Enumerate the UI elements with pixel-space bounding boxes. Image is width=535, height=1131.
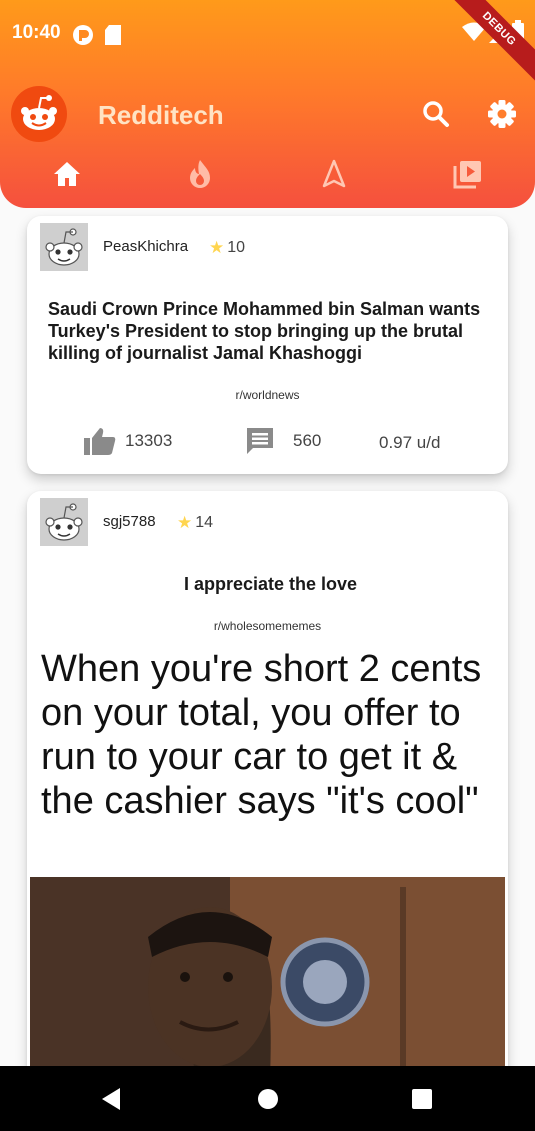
reddit-snoo-icon xyxy=(11,86,67,142)
upvote-count[interactable]: 13303 xyxy=(83,426,172,456)
upvote-rate: 0.97 u/d xyxy=(379,433,441,452)
meme-caption: When you're short 2 cents on your total,… xyxy=(41,648,482,822)
comment-icon xyxy=(247,428,273,454)
fire-icon xyxy=(190,160,210,188)
post-author[interactable]: sgj5788 xyxy=(103,513,156,530)
post-title[interactable]: Saudi Crown Prince Mohammed bin Salman w… xyxy=(48,298,493,364)
home-icon xyxy=(54,162,80,186)
upvote-value: 13303 xyxy=(125,431,173,450)
karma-value: 14 xyxy=(195,514,214,531)
post-subreddit[interactable]: r/worldnews xyxy=(27,388,508,402)
reddit-snoo-icon xyxy=(40,223,88,271)
media-indicator-icon xyxy=(73,25,93,45)
karma-badge: ★ 10 xyxy=(209,238,245,258)
status-time: 10:40 xyxy=(12,22,61,43)
navigation-arrow-icon xyxy=(322,159,346,188)
reddit-snoo-icon xyxy=(40,498,88,546)
tab-videos[interactable] xyxy=(450,156,486,192)
home-circle-icon[interactable] xyxy=(255,1086,281,1112)
meme-photo xyxy=(30,877,505,1077)
thumb-up-icon xyxy=(84,428,116,455)
system-navigation-bar xyxy=(0,1066,535,1131)
star-icon: ★ xyxy=(177,513,193,532)
post-subreddit[interactable]: r/wholesomememes xyxy=(27,619,508,633)
status-bar: 10:40 DEBUG xyxy=(0,0,535,87)
tab-popular[interactable] xyxy=(182,156,218,192)
post-card[interactable]: sgj5788 ★ 14 I appreciate the love r/who… xyxy=(27,491,508,1111)
search-icon xyxy=(423,101,449,127)
tab-explore[interactable] xyxy=(316,156,352,192)
post-author[interactable]: PeasKhichra xyxy=(103,238,188,255)
app-title: Redditech xyxy=(98,100,224,130)
avatar xyxy=(40,498,88,546)
recents-icon[interactable] xyxy=(409,1086,435,1112)
karma-badge: ★ 14 xyxy=(177,513,213,533)
karma-value: 10 xyxy=(227,239,246,256)
gear-icon xyxy=(488,100,516,128)
settings-button[interactable] xyxy=(484,96,520,132)
comment-value: 560 xyxy=(293,431,322,450)
post-image[interactable] xyxy=(30,877,505,1077)
post-card[interactable]: PeasKhichra ★ 10 Saudi Crown Prince Moha… xyxy=(27,216,508,474)
avatar xyxy=(40,223,88,271)
post-title[interactable]: I appreciate the love xyxy=(48,573,493,595)
tab-home[interactable] xyxy=(49,156,85,192)
search-button[interactable] xyxy=(418,96,454,132)
comment-count[interactable]: 560 xyxy=(245,426,321,456)
star-icon: ★ xyxy=(209,238,225,257)
sd-card-icon xyxy=(105,25,121,45)
app-header: 10:40 DEBUG Redditech xyxy=(0,0,535,208)
video-library-icon xyxy=(453,161,481,189)
back-icon[interactable] xyxy=(99,1086,125,1112)
